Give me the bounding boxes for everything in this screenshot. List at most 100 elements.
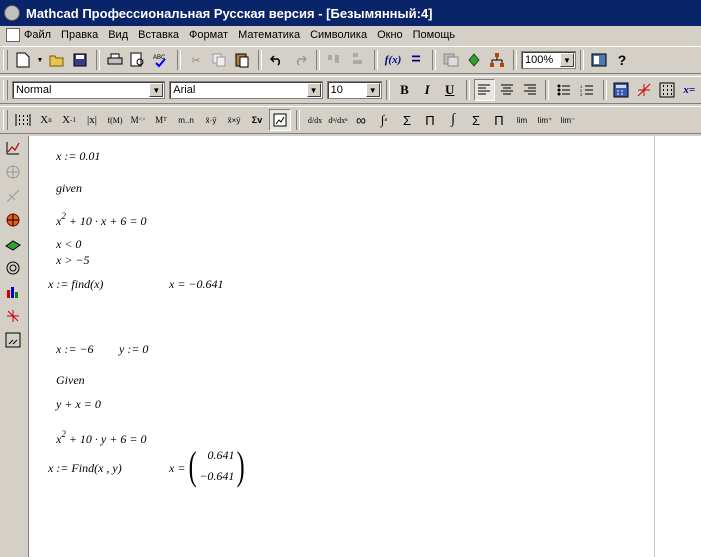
chevron-down-icon[interactable]: ▼ bbox=[560, 53, 574, 67]
zoom-select[interactable]: 100% ▼ bbox=[521, 51, 576, 69]
range-variable-icon[interactable]: m..n bbox=[173, 109, 199, 131]
toolbar-grip[interactable] bbox=[3, 50, 8, 70]
evaluation-toolbar-button[interactable]: x= bbox=[678, 79, 700, 101]
equation-quadratic-x[interactable]: x2 + 10 · x + 6 = 0 bbox=[56, 211, 146, 229]
align-center-icon[interactable] bbox=[496, 79, 518, 101]
insert-component-icon[interactable] bbox=[440, 49, 462, 71]
toolbar-grip[interactable] bbox=[3, 110, 8, 130]
italic-button[interactable]: I bbox=[416, 79, 438, 101]
open-folder-icon[interactable] bbox=[46, 49, 68, 71]
spell-check-icon[interactable]: ABC bbox=[150, 49, 172, 71]
numbered-list-icon[interactable]: 123 bbox=[576, 79, 598, 101]
given-keyword[interactable]: given bbox=[56, 181, 82, 196]
limit-button[interactable]: lim bbox=[511, 109, 533, 131]
cross-product-icon[interactable]: x̄×ȳ bbox=[223, 109, 245, 131]
align-down-icon[interactable] bbox=[347, 49, 369, 71]
align-right-icon[interactable] bbox=[519, 79, 541, 101]
trace-icon[interactable] bbox=[2, 185, 24, 207]
equation-linear[interactable]: y + x = 0 bbox=[56, 397, 101, 412]
underline-button[interactable]: U bbox=[439, 79, 461, 101]
print-preview-icon[interactable] bbox=[127, 49, 149, 71]
toolbar-grip[interactable] bbox=[3, 80, 8, 100]
print-icon[interactable] bbox=[104, 49, 126, 71]
menu-view[interactable]: Вид bbox=[108, 29, 128, 41]
document-icon[interactable] bbox=[6, 28, 20, 42]
transpose-icon[interactable]: MT bbox=[150, 109, 172, 131]
find-assignment-2[interactable]: x := Find(x , y) bbox=[48, 461, 122, 476]
infinity-button[interactable]: ∞ bbox=[350, 109, 372, 131]
result-matrix[interactable]: ( 0.641 −0.641 ) bbox=[186, 445, 248, 487]
menu-file[interactable]: Файл bbox=[24, 29, 51, 41]
constraint-x-less-0[interactable]: x < 0 bbox=[56, 237, 81, 252]
scatter-3d-icon[interactable] bbox=[2, 305, 24, 327]
assignment-x-initial[interactable]: x := 0.01 bbox=[56, 149, 100, 164]
definite-integral-icon[interactable]: ∫ a bbox=[373, 109, 395, 131]
indefinite-integral-button[interactable]: ∫ bbox=[442, 109, 464, 131]
vector-field-icon[interactable] bbox=[2, 329, 24, 351]
undo-icon[interactable] bbox=[266, 49, 288, 71]
style-select[interactable]: Normal ▼ bbox=[11, 81, 166, 99]
menu-edit[interactable]: Правка bbox=[61, 29, 98, 41]
find-result-label[interactable]: x = bbox=[169, 461, 185, 476]
bullet-list-icon[interactable] bbox=[553, 79, 575, 101]
constraint-x-greater-minus5[interactable]: x > −5 bbox=[56, 253, 90, 268]
column-icon[interactable]: M <> bbox=[127, 109, 149, 131]
save-icon[interactable] bbox=[69, 49, 91, 71]
menu-math[interactable]: Математика bbox=[238, 29, 300, 41]
copy-icon[interactable] bbox=[208, 49, 230, 71]
matrix-toolbar-icon[interactable] bbox=[656, 79, 678, 101]
subscript-icon[interactable]: Xn bbox=[35, 109, 57, 131]
limit-left-icon[interactable]: lim⁻ bbox=[557, 109, 579, 131]
inverse-icon[interactable]: X -1 bbox=[58, 109, 80, 131]
contour-plot-icon[interactable] bbox=[2, 257, 24, 279]
menu-help[interactable]: Помощь bbox=[413, 29, 456, 41]
product-button[interactable]: Π bbox=[488, 109, 510, 131]
worksheet[interactable]: x := 0.01 given x2 + 10 · x + 6 = 0 x < … bbox=[28, 136, 701, 557]
chevron-down-icon[interactable]: ▼ bbox=[365, 83, 380, 97]
menu-insert[interactable]: Вставка bbox=[138, 29, 179, 41]
find-assignment[interactable]: x := find(x) bbox=[48, 277, 103, 292]
sum-button[interactable]: Σ bbox=[465, 109, 487, 131]
find-result[interactable]: x = −0.641 bbox=[169, 277, 224, 292]
determinant-icon[interactable]: |x| bbox=[81, 109, 103, 131]
paste-icon[interactable] bbox=[231, 49, 253, 71]
polar-graph-icon[interactable] bbox=[2, 161, 24, 183]
tree-icon[interactable] bbox=[486, 49, 508, 71]
picture-icon[interactable] bbox=[269, 109, 291, 131]
range-product-icon[interactable]: Π bbox=[419, 109, 441, 131]
nth-derivative-icon[interactable]: dⁿ/dxⁿ bbox=[327, 109, 349, 131]
menu-window[interactable]: Окно bbox=[377, 29, 403, 41]
help-icon[interactable]: ? bbox=[611, 49, 633, 71]
vector-sum-icon[interactable]: Σv bbox=[246, 109, 268, 131]
calculator-toolbar-icon[interactable] bbox=[611, 79, 633, 101]
font-size-select[interactable]: 10 ▼ bbox=[326, 81, 382, 99]
cut-icon[interactable]: ✂ bbox=[185, 49, 207, 71]
new-document-icon[interactable] bbox=[12, 49, 34, 71]
resources-icon[interactable] bbox=[463, 49, 485, 71]
insert-function-button[interactable]: f(x) bbox=[382, 49, 404, 71]
chevron-down-icon[interactable]: ▼ bbox=[149, 83, 164, 97]
align-across-icon[interactable] bbox=[324, 49, 346, 71]
derivative-icon[interactable]: d/dx bbox=[304, 109, 326, 131]
calculate-icon[interactable]: = bbox=[405, 49, 427, 71]
bold-button[interactable]: B bbox=[394, 79, 416, 101]
range-sum-icon[interactable]: Σ bbox=[396, 109, 418, 131]
assignment-y-initial[interactable]: y := 0 bbox=[119, 342, 148, 357]
resource-center-icon[interactable] bbox=[588, 49, 610, 71]
align-left-icon[interactable] bbox=[473, 79, 496, 101]
assignment-x-initial-2[interactable]: x := −6 bbox=[56, 342, 94, 357]
font-select[interactable]: Arial ▼ bbox=[169, 81, 323, 99]
given-keyword-2[interactable]: Given bbox=[56, 373, 85, 388]
graph-palette-icon[interactable] bbox=[2, 137, 24, 159]
graph-toolbar-icon[interactable] bbox=[633, 79, 655, 101]
menu-format[interactable]: Формат bbox=[189, 29, 228, 41]
dot-product-icon[interactable]: x̄·ȳ bbox=[200, 109, 222, 131]
equation-quadratic-y[interactable]: x2 + 10 · y + 6 = 0 bbox=[56, 429, 146, 447]
surface-plot-icon[interactable] bbox=[2, 233, 24, 255]
vectorize-icon[interactable]: f(M) bbox=[104, 109, 126, 131]
target-icon[interactable] bbox=[2, 209, 24, 231]
limit-right-icon[interactable]: lim⁺ bbox=[534, 109, 556, 131]
redo-icon[interactable] bbox=[289, 49, 311, 71]
chevron-down-icon[interactable]: ▼ bbox=[306, 83, 321, 97]
new-dropdown-icon[interactable]: ▼ bbox=[35, 49, 45, 71]
